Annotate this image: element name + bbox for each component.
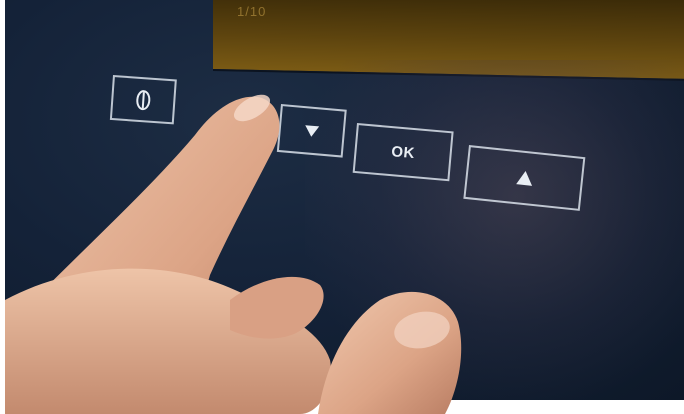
photo-frame: 1/10 OK <box>0 0 684 414</box>
thumb <box>318 291 462 414</box>
hand-illustration <box>5 94 462 414</box>
middle-finger <box>230 276 324 339</box>
